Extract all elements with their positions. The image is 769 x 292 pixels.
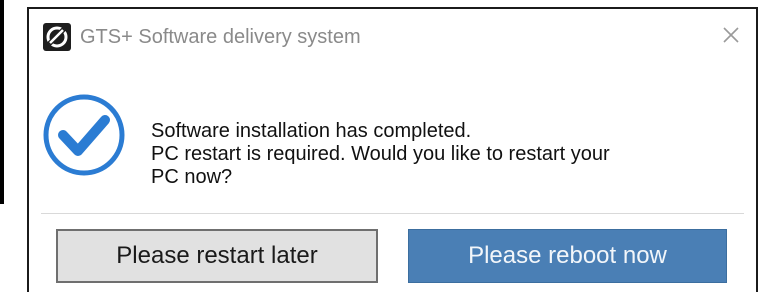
message-line-2: PC restart is required. Would you like t… <box>151 143 610 165</box>
message-text: Software installation has completed. PC … <box>151 120 610 189</box>
title-bar: GTS+ Software delivery system <box>29 9 756 64</box>
close-icon[interactable] <box>716 20 746 50</box>
screen: GTS+ Software delivery system Software i… <box>0 0 769 292</box>
restart-dialog: GTS+ Software delivery system Software i… <box>27 7 758 292</box>
message-line-3: PC now? <box>151 166 233 188</box>
divider <box>41 213 744 214</box>
reboot-now-button[interactable]: Please reboot now <box>408 229 727 283</box>
dialog-body: Software installation has completed. PC … <box>29 64 756 214</box>
window-title: GTS+ Software delivery system <box>80 26 361 48</box>
restart-later-button[interactable]: Please restart later <box>56 229 378 283</box>
checkmark-circle-icon <box>43 94 125 176</box>
gts-logo-icon <box>43 23 71 51</box>
background-window-edge <box>0 0 4 204</box>
message-line-1: Software installation has completed. <box>151 120 472 142</box>
